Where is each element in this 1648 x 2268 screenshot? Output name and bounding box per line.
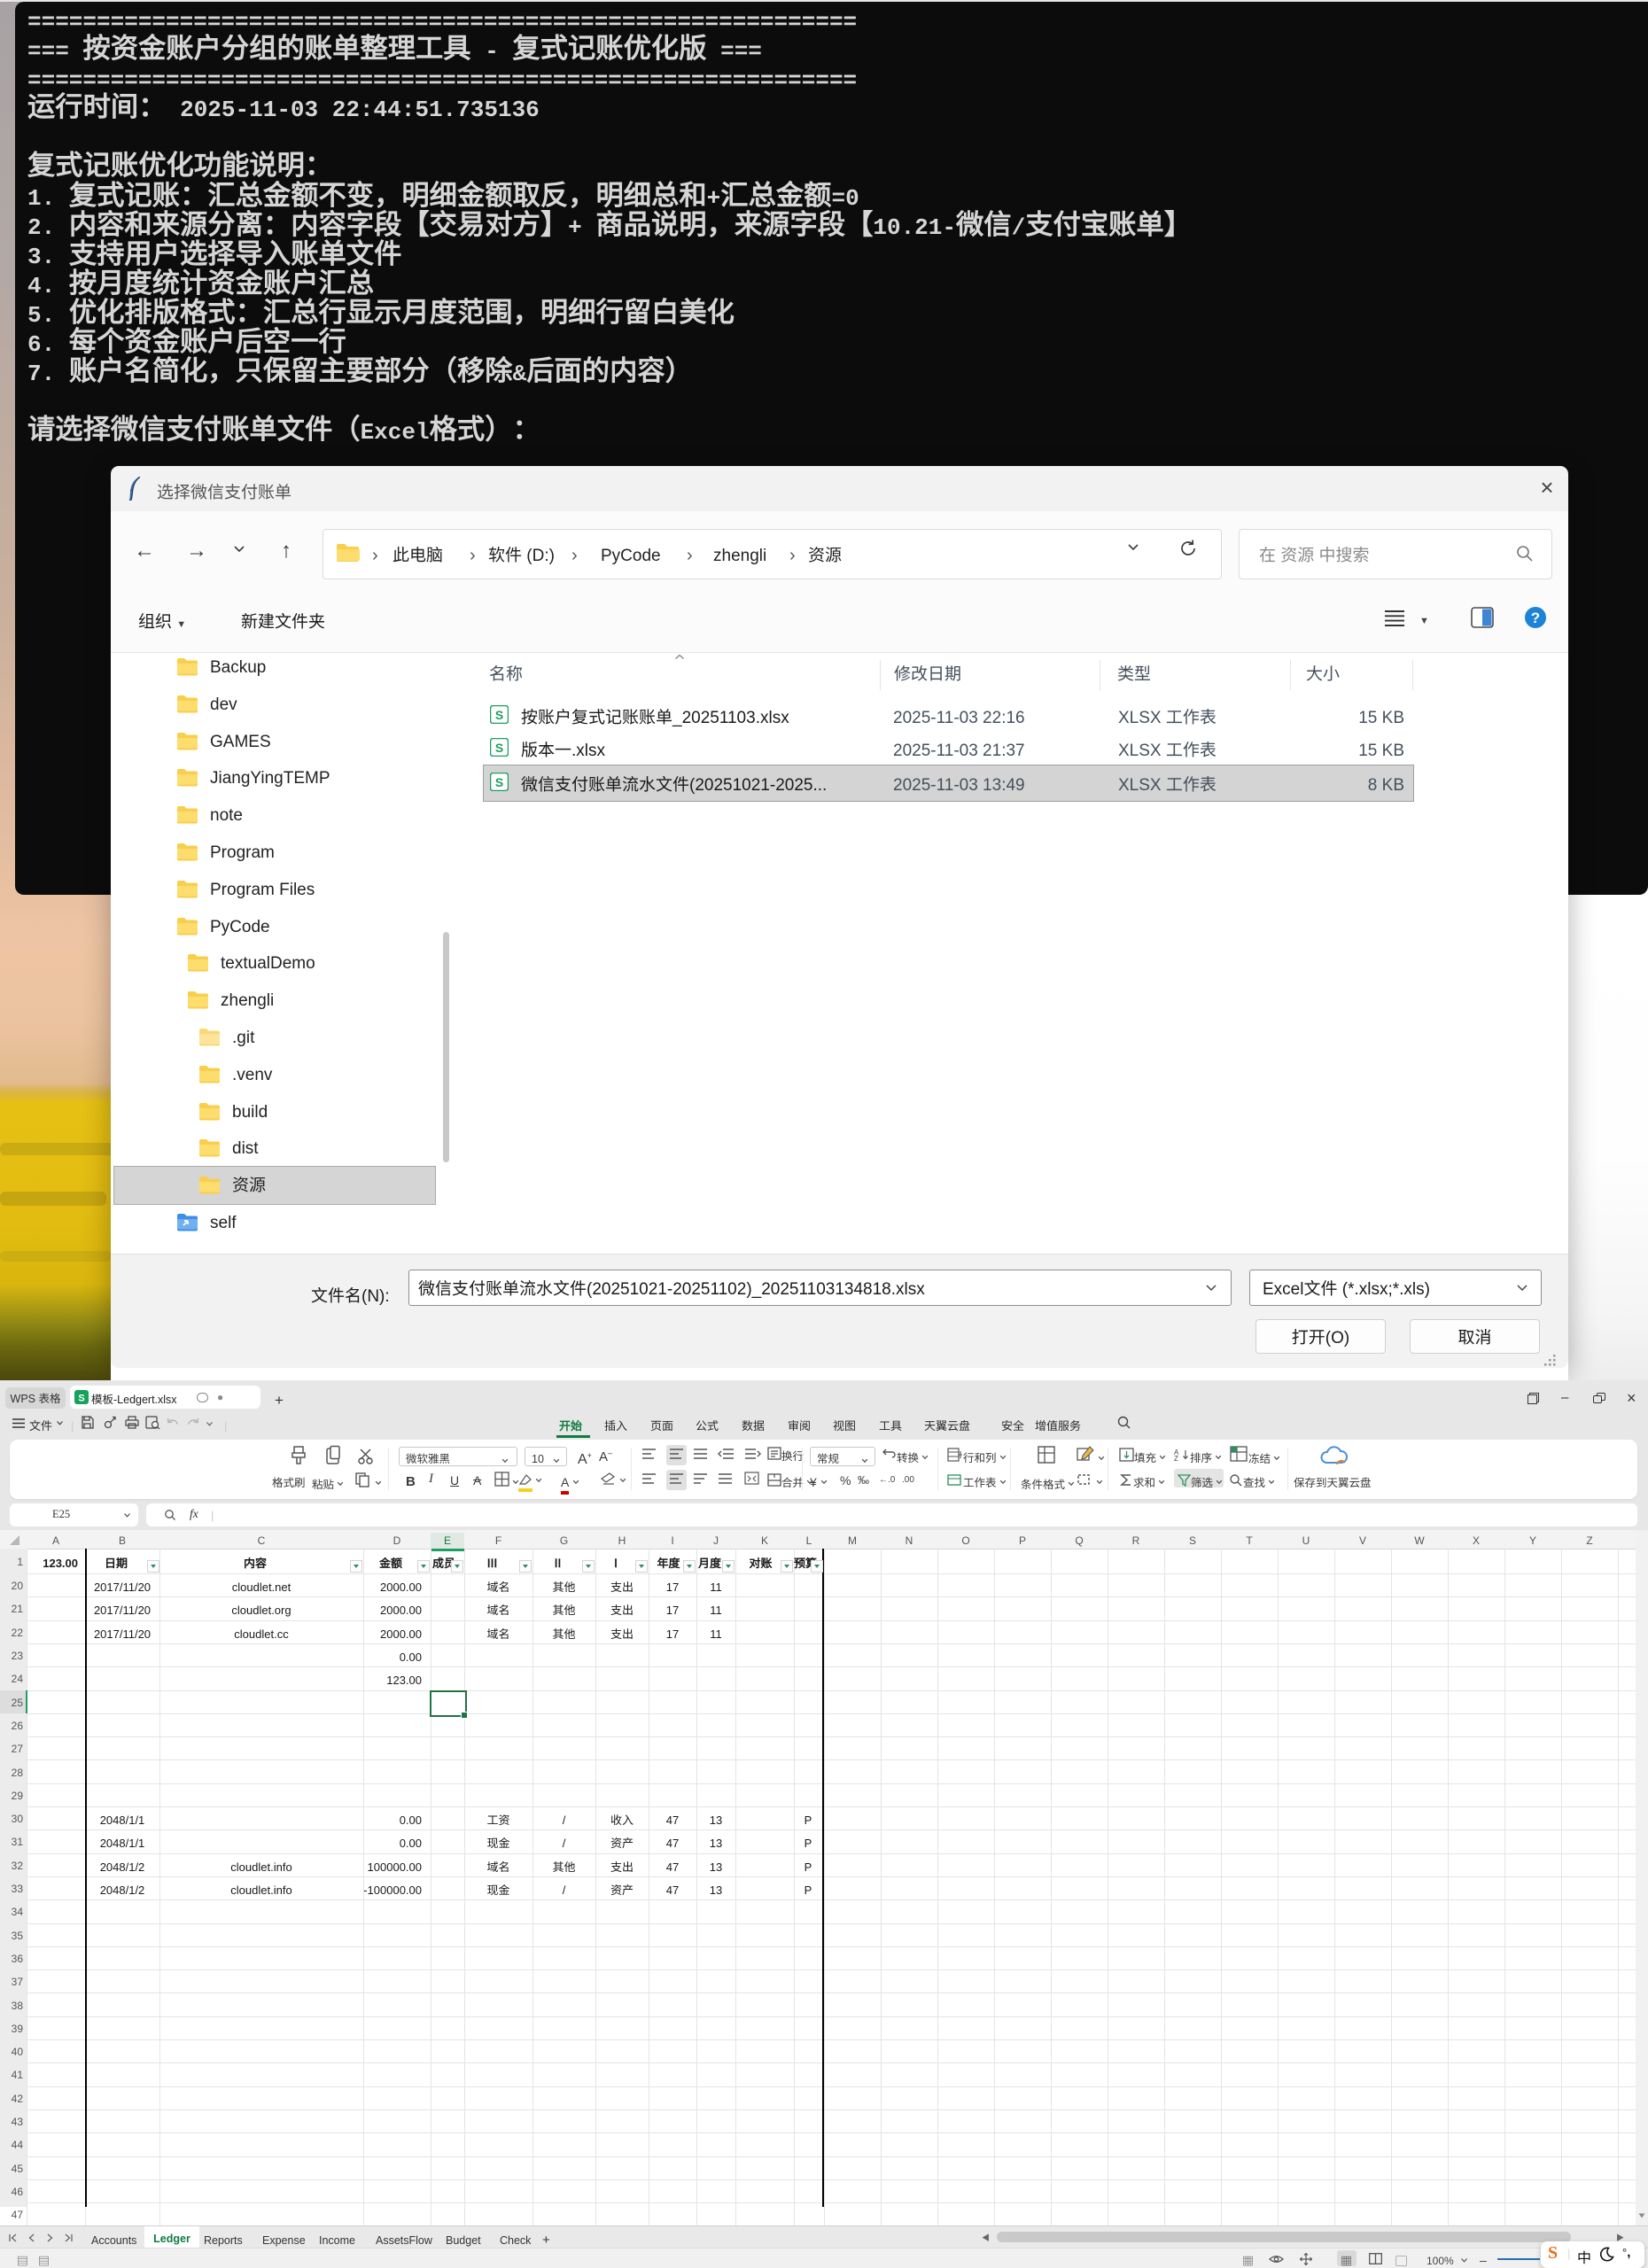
svg-text:?: ?	[1531, 610, 1540, 626]
svg-text:Z: Z	[1174, 1454, 1178, 1462]
svg-text:S: S	[495, 708, 503, 722]
svg-text:S: S	[495, 775, 503, 789]
svg-text:S: S	[495, 741, 503, 755]
svg-text:←.0: ←.0	[879, 1472, 896, 1485]
svg-text:S: S	[78, 1394, 84, 1404]
svg-text:.00: .00	[902, 1472, 914, 1485]
